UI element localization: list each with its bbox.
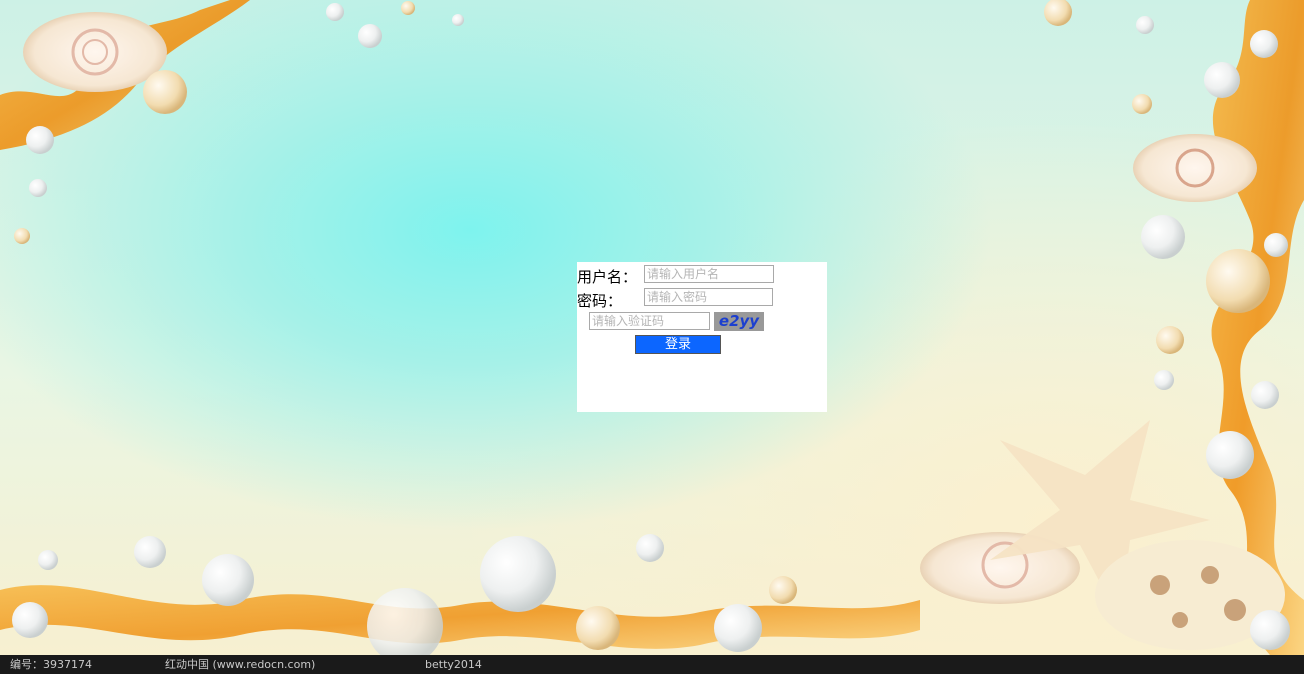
shell-right bbox=[1133, 134, 1257, 202]
login-panel: 用户名： 密码： e2yy 登录 bbox=[577, 262, 827, 412]
footer-source: 红动中国 (www.redocn.com) bbox=[165, 658, 316, 671]
password-input[interactable] bbox=[644, 288, 773, 306]
footer-author: betty2014 bbox=[425, 658, 482, 671]
username-label: 用户名： bbox=[577, 268, 638, 286]
footer-id: 编号：3937174 bbox=[10, 658, 92, 671]
shell-top-left bbox=[23, 12, 167, 92]
captcha-input[interactable] bbox=[589, 312, 710, 330]
username-input[interactable] bbox=[644, 265, 774, 283]
watermark-footer: 编号：3937174 红动中国 (www.redocn.com) betty20… bbox=[0, 655, 1304, 674]
login-button[interactable]: 登录 bbox=[635, 335, 721, 354]
password-label: 密码： bbox=[577, 292, 623, 310]
captcha-image[interactable]: e2yy bbox=[714, 312, 764, 331]
